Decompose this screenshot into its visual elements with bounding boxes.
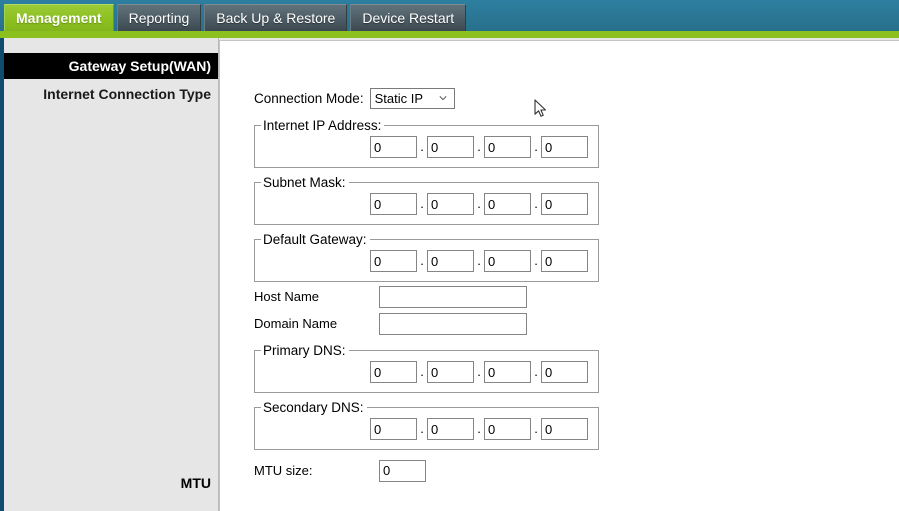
connection-mode-row: Connection Mode: Static IP	[254, 86, 614, 111]
connection-mode-select-wrap: Static IP	[364, 88, 455, 109]
primary-dns-octet-3[interactable]	[484, 361, 531, 383]
mtu-size-row: MTU size:	[254, 458, 614, 483]
tab-strip: Management Reporting Back Up & Restore D…	[4, 2, 469, 31]
primary-dns-group: Primary DNS: . . .	[254, 343, 599, 393]
primary-dns-octet-2[interactable]	[427, 361, 474, 383]
internet-ip-octets: . . .	[255, 136, 598, 158]
octet-separator: .	[420, 364, 424, 379]
octet-separator: .	[477, 421, 481, 436]
internet-ip-address-group: Internet IP Address: . . .	[254, 118, 599, 168]
default-gateway-octet-3[interactable]	[484, 250, 531, 272]
default-gateway-octet-4[interactable]	[541, 250, 588, 272]
domain-name-input[interactable]	[379, 312, 527, 335]
octet-separator: .	[534, 364, 538, 379]
subnet-mask-octet-4[interactable]	[541, 193, 588, 215]
secondary-dns-octet-3[interactable]	[484, 418, 531, 440]
primary-dns-octet-4[interactable]	[541, 361, 588, 383]
subnet-mask-octet-2[interactable]	[427, 193, 474, 215]
subnet-mask-legend: Subnet Mask:	[263, 175, 346, 190]
default-gateway-octet-1[interactable]	[370, 250, 417, 272]
secondary-dns-octet-1[interactable]	[370, 418, 417, 440]
secondary-dns-octet-4[interactable]	[541, 418, 588, 440]
tab-bar: Management Reporting Back Up & Restore D…	[0, 0, 899, 31]
octet-separator: .	[534, 421, 538, 436]
mtu-size-label: MTU size:	[254, 463, 313, 478]
accent-bar	[0, 31, 899, 38]
internet-ip-octet-3[interactable]	[484, 136, 531, 158]
default-gateway-legend: Default Gateway:	[263, 232, 367, 247]
tab-device-restart[interactable]: Device Restart	[350, 4, 467, 31]
default-gateway-octets: . . .	[255, 250, 598, 272]
default-gateway-group: Default Gateway: . . .	[254, 232, 599, 282]
octet-separator: .	[477, 196, 481, 211]
domain-name-label: Domain Name	[254, 316, 338, 331]
primary-dns-legend: Primary DNS:	[263, 343, 346, 358]
connection-mode-label: Connection Mode:	[254, 91, 364, 106]
octet-separator: .	[420, 196, 424, 211]
tab-management[interactable]: Management	[4, 4, 114, 31]
internet-ip-octet-4[interactable]	[541, 136, 588, 158]
octet-separator: .	[534, 253, 538, 268]
host-name-label: Host Name	[254, 289, 320, 304]
mtu-size-input[interactable]	[379, 459, 426, 482]
primary-dns-octet-1[interactable]	[370, 361, 417, 383]
octet-separator: .	[477, 139, 481, 154]
wan-settings-form: Connection Mode: Static IP Internet IP A…	[254, 86, 614, 483]
internet-ip-octet-1[interactable]	[370, 136, 417, 158]
octet-separator: .	[420, 139, 424, 154]
connection-mode-select[interactable]: Static IP	[369, 88, 455, 109]
subnet-mask-octet-3[interactable]	[484, 193, 531, 215]
subnet-mask-group: Subnet Mask: . . .	[254, 175, 599, 225]
default-gateway-octet-2[interactable]	[427, 250, 474, 272]
secondary-dns-octets: . . .	[255, 418, 598, 440]
internet-ip-octet-2[interactable]	[427, 136, 474, 158]
octet-separator: .	[477, 253, 481, 268]
sidebar-item-gateway-setup-wan[interactable]: Gateway Setup(WAN)	[4, 53, 219, 79]
primary-dns-octets: . . .	[255, 361, 598, 383]
secondary-dns-octet-2[interactable]	[427, 418, 474, 440]
octet-separator: .	[477, 364, 481, 379]
sidebar: Gateway Setup(WAN) Internet Connection T…	[4, 38, 219, 511]
host-name-row: Host Name	[254, 284, 614, 309]
subnet-mask-octet-1[interactable]	[370, 193, 417, 215]
tab-reporting[interactable]: Reporting	[116, 4, 202, 31]
secondary-dns-group: Secondary DNS: . . .	[254, 400, 599, 450]
sidebar-item-mtu[interactable]: MTU	[4, 473, 219, 493]
secondary-dns-legend: Secondary DNS:	[263, 400, 364, 415]
sidebar-item-internet-connection-type[interactable]: Internet Connection Type	[4, 83, 219, 105]
subnet-mask-octets: . . .	[255, 193, 598, 215]
octet-separator: .	[534, 139, 538, 154]
octet-separator: .	[420, 253, 424, 268]
octet-separator: .	[534, 196, 538, 211]
octet-separator: .	[420, 421, 424, 436]
content-panel: Connection Mode: Static IP Internet IP A…	[219, 40, 899, 511]
internet-ip-address-legend: Internet IP Address:	[263, 118, 382, 133]
host-name-input[interactable]	[379, 285, 527, 308]
domain-name-row: Domain Name	[254, 311, 614, 336]
tab-backup-restore[interactable]: Back Up & Restore	[204, 4, 348, 31]
